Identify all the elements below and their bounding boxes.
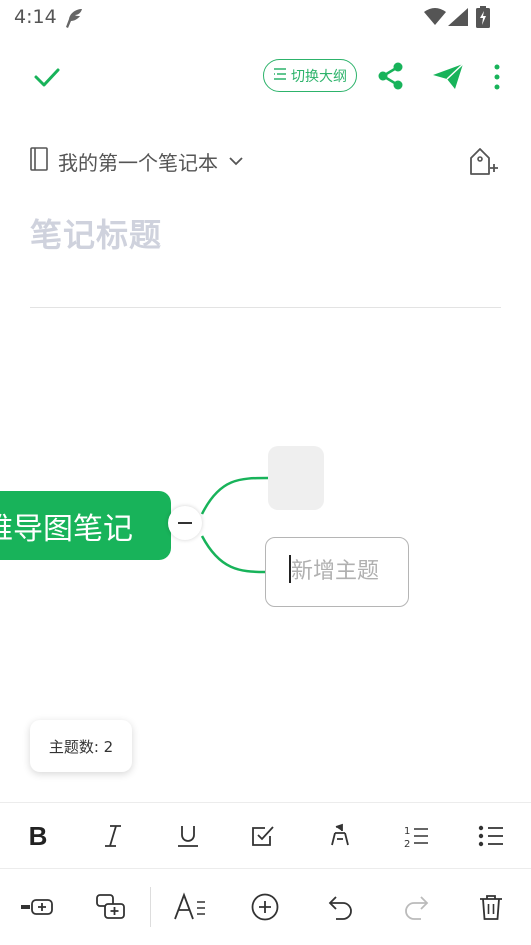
italic-icon — [105, 825, 121, 847]
add-circle-icon — [251, 893, 279, 921]
collapse-node-button[interactable] — [168, 506, 202, 540]
underline-button[interactable] — [166, 814, 210, 858]
text-style-icon — [174, 892, 205, 920]
undo-button[interactable] — [319, 885, 363, 929]
note-title-input[interactable]: 笔记标题 — [30, 210, 162, 256]
add-child-icon — [96, 894, 125, 919]
highlighter-button[interactable] — [318, 814, 362, 858]
status-bar: 4:14 — [0, 0, 531, 36]
battery-icon — [476, 6, 490, 32]
mindmap-new-topic-node[interactable]: 新增主题 — [265, 537, 409, 607]
send-button[interactable] — [431, 61, 465, 95]
outline-icon — [273, 66, 287, 85]
bold-button[interactable]: B — [16, 814, 60, 858]
title-divider — [30, 307, 501, 308]
numbered-list-icon: 12 — [404, 826, 428, 849]
format-toolbar: B 12 — [0, 802, 531, 869]
mindmap-action-toolbar — [0, 868, 531, 945]
italic-button[interactable] — [91, 814, 135, 858]
done-button[interactable] — [30, 62, 64, 92]
toolbar-divider — [150, 887, 151, 927]
bold-icon: B — [28, 820, 48, 851]
mindmap-child-node[interactable] — [268, 446, 324, 510]
highlighter-icon — [331, 823, 349, 846]
notebook-name: 我的第一个笔记本 — [58, 150, 218, 175]
bullet-list-button[interactable] — [469, 814, 513, 858]
mindmap-root-node[interactable]: 思维导图笔记 — [0, 491, 171, 560]
add-sibling-icon — [21, 899, 53, 915]
wifi-icon — [424, 8, 446, 30]
more-menu-button[interactable] — [487, 62, 507, 96]
status-time: 4:14 — [14, 6, 57, 28]
minus-icon — [178, 522, 192, 524]
topic-count-badge: 主题数: 2 — [30, 720, 132, 772]
switch-outline-button[interactable]: 切换大纲 — [263, 59, 357, 92]
undo-icon — [328, 896, 352, 920]
numbered-list-button[interactable]: 12 — [394, 814, 438, 858]
chevron-down-icon — [228, 152, 244, 171]
add-tag-button[interactable] — [466, 144, 500, 182]
trash-icon — [480, 895, 502, 920]
svg-text:2: 2 — [404, 839, 410, 849]
bullet-list-icon — [478, 825, 503, 847]
share-button[interactable] — [376, 61, 406, 95]
underline-icon — [178, 826, 198, 847]
delete-button[interactable] — [469, 885, 513, 929]
redo-button[interactable] — [394, 885, 438, 929]
feather-icon — [62, 6, 86, 34]
add-sibling-button[interactable] — [15, 885, 59, 929]
signal-icon — [448, 8, 468, 30]
notebook-icon — [30, 147, 48, 175]
mindmap-root-label: 思维导图笔记 — [0, 512, 133, 547]
switch-outline-label: 切换大纲 — [291, 68, 347, 85]
add-topic-button[interactable] — [243, 885, 287, 929]
checkbox-button[interactable] — [241, 814, 285, 858]
text-style-button[interactable] — [168, 885, 212, 929]
checkbox-icon — [252, 826, 274, 846]
new-topic-placeholder: 新增主题 — [291, 559, 380, 584]
notebook-selector[interactable]: 我的第一个笔记本 — [30, 146, 244, 176]
add-child-button[interactable] — [89, 885, 133, 929]
redo-icon — [405, 896, 429, 920]
svg-text:1: 1 — [404, 826, 410, 837]
